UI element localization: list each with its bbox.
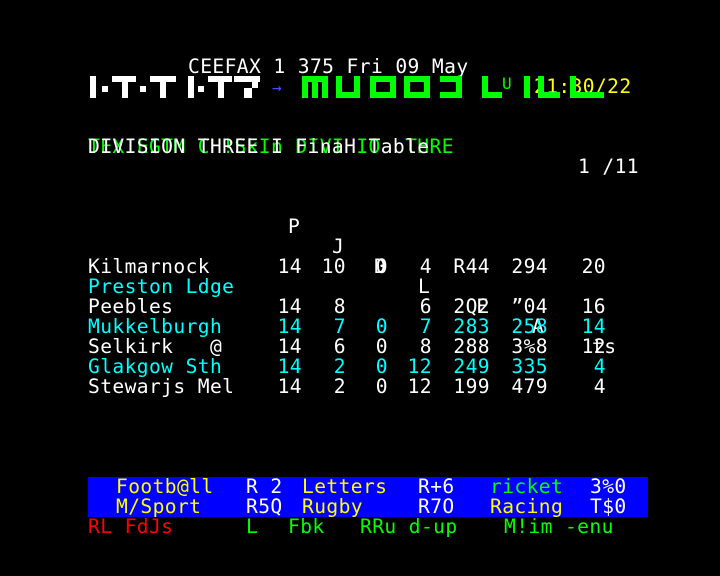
cell-goals-for: 2Q2 <box>453 295 490 318</box>
page-counter: 1 /11 <box>578 155 639 178</box>
index-row-2: M/Sport R5Q Rugby R7O Racing T$0 <box>0 497 720 517</box>
table-row: Mukkelburgh 14 7 0 7 283 258 14 <box>0 317 720 337</box>
index-row-1: Footb@ll R 2 Letters R+6 ricket 3%0 <box>0 477 720 497</box>
index-link[interactable]: Racing <box>490 497 563 517</box>
index-link[interactable]: R 2 <box>246 477 283 497</box>
col-played: P <box>288 215 301 238</box>
index-link[interactable]: Footb@ll <box>116 477 214 497</box>
index-link[interactable]: 3%0 <box>590 477 627 497</box>
table-row: Stewarjs Mel 14 2 0 12 199 479 4 <box>0 377 720 397</box>
service-page-date: CEEFAX 1 375 Fri 09 May <box>188 55 469 78</box>
index-link[interactable]: Rugby <box>302 497 363 517</box>
cell-lost: 4 <box>419 255 432 278</box>
cell-drawn: 0 <box>375 255 388 278</box>
cell-team-name: Selkirk @ <box>88 335 223 358</box>
cell-goals-for: 288 <box>453 335 490 358</box>
page-title: DIVISION THREE I FinaH Table <box>88 135 430 158</box>
table-row: Selkirk @ 14 6 0 8 288 3%8 12 <box>0 337 720 357</box>
cell-points: 4 <box>593 355 606 378</box>
table-row: Peebles 14 8 6 2Q2 ”04 16 <box>0 297 720 317</box>
cell-lost: 6 <box>419 295 432 318</box>
cell-played: 14 <box>277 295 302 318</box>
arrow-right-icon: → <box>272 78 283 97</box>
fastext-link[interactable]: Fbk <box>288 517 325 537</box>
table-header: P J D L F A ts <box>0 197 720 357</box>
index-link[interactable]: T$0 <box>590 497 627 517</box>
fastext-link[interactable]: M!im -enu <box>504 517 614 537</box>
cell-goals-against: 479 <box>511 375 548 398</box>
cell-played: 14 <box>277 255 302 278</box>
cell-drawn: 0 <box>375 375 388 398</box>
cell-won: 8 <box>333 295 346 318</box>
cell-goals-against: ”04 <box>511 295 548 318</box>
cell-played: 14 <box>277 355 302 378</box>
col-won: J <box>332 235 345 258</box>
cell-goals-for: 249 <box>453 355 490 378</box>
cell-drawn: 0 <box>375 355 388 378</box>
football-logo-letter: U <box>502 74 513 93</box>
cell-lost: 8 <box>419 335 432 358</box>
index-link[interactable]: M/Sport <box>116 497 201 517</box>
fastext-link[interactable]: RRu d-up <box>360 517 458 537</box>
cell-won: 10 <box>321 255 346 278</box>
cell-goals-for: 283 <box>453 315 490 338</box>
bbc-ceefax-logo-graphic <box>88 76 260 100</box>
table-row: Preston Ldge <box>0 277 720 297</box>
cell-points: 16 <box>581 295 606 318</box>
cell-goals-against: 294 <box>511 255 548 278</box>
cell-points: 20 <box>581 255 606 278</box>
cell-team-name: Mukkelburgh <box>88 315 223 338</box>
header-line: CEEFAX 1 375 Fri 09 May 21:30/22 <box>0 37 720 97</box>
cell-points: 4 <box>593 375 606 398</box>
index-link[interactable]: R+6 <box>418 477 455 497</box>
fastext-bar: RL FdJs L Fbk RRu d-up M!im -enu <box>0 517 720 537</box>
cell-goals-against: 335 <box>511 355 548 378</box>
cell-team-name: Preston Ldge <box>88 275 235 298</box>
cell-goals-for: R44 <box>453 255 490 278</box>
cell-team-name: Kilmarnock <box>88 255 210 278</box>
cell-goals-for: 199 <box>453 375 490 398</box>
cell-won: 6 <box>333 335 346 358</box>
index-link[interactable]: R5Q <box>246 497 283 517</box>
cell-drawn: 0 <box>375 335 388 358</box>
subheader: TEXIEGTM CH!SkIn DIVI IO THRE 1 /11 <box>0 117 720 177</box>
index-link[interactable]: ricket <box>490 477 563 497</box>
cell-team-name: Stewarjs Mel <box>88 375 235 398</box>
cell-drawn: 0 <box>375 315 388 338</box>
cell-points: 12 <box>581 335 606 358</box>
cell-played: 14 <box>277 375 302 398</box>
cell-lost: 7 <box>419 315 432 338</box>
cell-goals-against: 258 <box>511 315 548 338</box>
cell-won: 2 <box>333 375 346 398</box>
table-row: Kilmarnock 14 10 0 4 R44 294 20 <box>0 257 720 277</box>
index-link[interactable]: R7O <box>418 497 455 517</box>
cell-lost: 12 <box>407 375 432 398</box>
cell-points: 14 <box>581 315 606 338</box>
cell-won: 2 <box>333 355 346 378</box>
cell-team-name: Peebles <box>88 295 174 318</box>
fastext-link[interactable]: L <box>246 517 258 537</box>
fastext-link[interactable]: RL FdJs <box>88 517 173 537</box>
cell-played: 14 <box>277 315 302 338</box>
cell-won: 7 <box>333 315 346 338</box>
cell-lost: 12 <box>407 355 432 378</box>
cell-played: 14 <box>277 335 302 358</box>
cell-team-name: Glakgow Sth <box>88 355 223 378</box>
cell-goals-against: 3%8 <box>511 335 548 358</box>
table-row: Glakgow Sth 14 2 0 12 249 335 4 <box>0 357 720 377</box>
football-logo-graphic: U <box>302 74 612 100</box>
index-link[interactable]: Letters <box>302 477 387 497</box>
